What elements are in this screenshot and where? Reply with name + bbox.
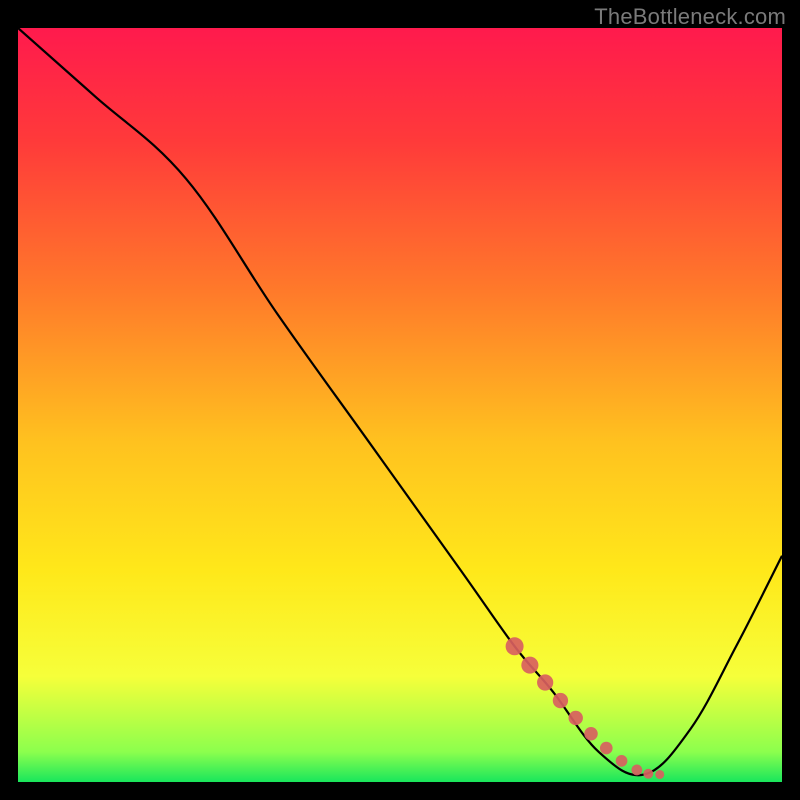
optimal-zone-dot (553, 693, 568, 708)
optimal-zone-dot (616, 755, 628, 767)
optimal-zone-dot (537, 674, 553, 690)
bottleneck-chart (18, 28, 782, 782)
optimal-zone-dot (569, 711, 583, 725)
optimal-zone-dot (655, 770, 664, 779)
optimal-zone-dot (521, 657, 538, 674)
heat-background (18, 28, 782, 782)
chart-container (18, 28, 782, 782)
optimal-zone-dot (643, 769, 653, 779)
optimal-zone-dot (584, 727, 598, 741)
watermark-text: TheBottleneck.com (594, 4, 786, 30)
optimal-zone-dot (631, 765, 642, 776)
optimal-zone-dot (600, 742, 613, 755)
optimal-zone-dot (506, 637, 524, 655)
